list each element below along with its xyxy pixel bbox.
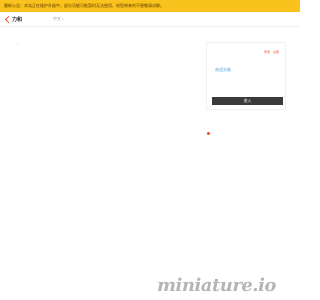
watermark-text: miniature.io (157, 275, 276, 296)
site-logo[interactable]: 力和 (5, 15, 22, 23)
header-divider (0, 26, 300, 27)
notice-text: 最新公告：本站正在维护升级中，部分功能可能暂时无法使用，给您带来的不便敬请谅解。 (4, 3, 164, 8)
decorative-dot (17, 44, 18, 45)
side-card: 登录 注册 欢迎光临 进入 (206, 42, 286, 110)
header: 力和 中文 ▾ (0, 12, 300, 26)
enter-button[interactable]: 进入 (212, 97, 283, 105)
register-link[interactable]: 注册 (273, 50, 279, 54)
welcome-text: 欢迎光临 (215, 67, 231, 72)
language-select[interactable]: 中文 ▾ (53, 16, 64, 22)
notice-bar: 最新公告：本站正在维护升级中，部分功能可能暂时无法使用，给您带来的不便敬请谅解。 (0, 0, 300, 12)
login-link[interactable]: 登录 (264, 50, 270, 54)
page: 最新公告：本站正在维护升级中，部分功能可能暂时无法使用，给您带来的不便敬请谅解。… (0, 0, 300, 300)
chevron-down-icon: ▾ (62, 17, 64, 21)
watermark-logo: miniature.io (157, 275, 276, 296)
language-label: 中文 (53, 16, 61, 21)
logo-arrow-icon (5, 16, 11, 22)
logo-text: 力和 (12, 16, 23, 23)
card-welcome-line[interactable]: 欢迎光临 (215, 67, 231, 73)
card-auth-links: 登录 注册 (264, 50, 279, 54)
status-dot (207, 132, 210, 135)
